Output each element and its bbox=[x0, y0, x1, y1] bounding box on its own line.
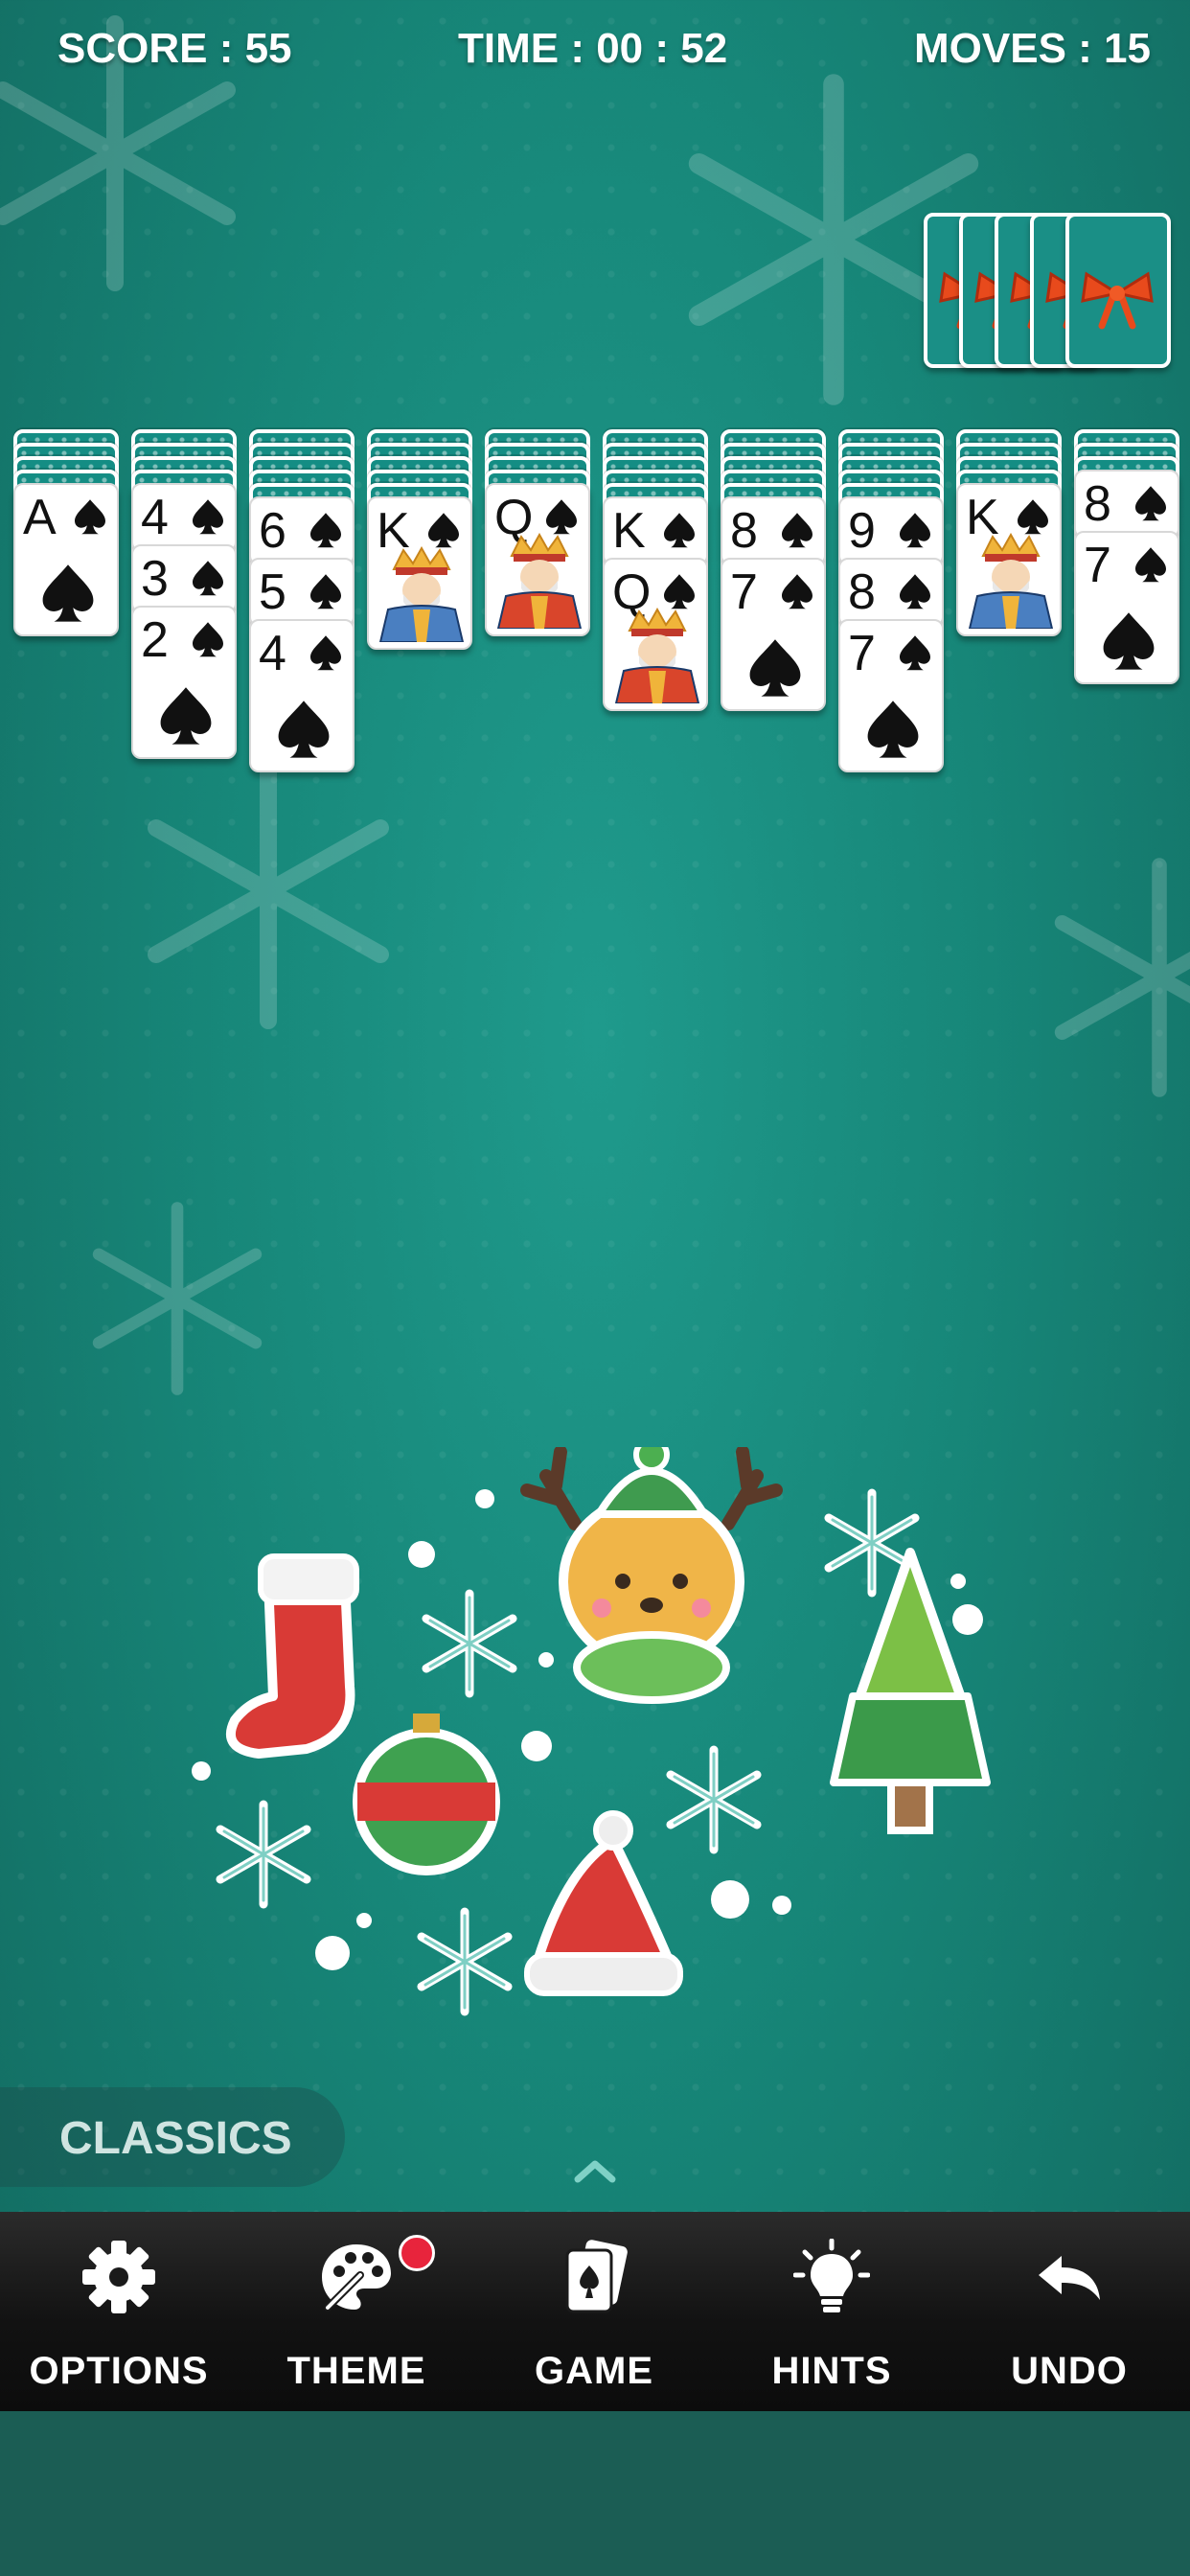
options-label: OPTIONS bbox=[29, 2350, 209, 2392]
spade-icon bbox=[310, 635, 341, 671]
card-rank: 4 bbox=[141, 490, 169, 545]
card-rank: 9 bbox=[848, 503, 876, 559]
palette-icon bbox=[322, 2244, 391, 2312]
spade-icon bbox=[867, 701, 919, 758]
card-rank: 8 bbox=[1084, 476, 1111, 532]
card-rank: 5 bbox=[259, 564, 286, 620]
spade-icon bbox=[782, 574, 812, 610]
playing-card[interactable]: A bbox=[13, 483, 119, 636]
playing-card[interactable]: 9 bbox=[838, 496, 944, 565]
royal-portrait bbox=[378, 546, 465, 642]
playing-card[interactable]: 2 bbox=[131, 606, 237, 759]
card-rank: 7 bbox=[730, 564, 758, 620]
undo-label: UNDO bbox=[1011, 2350, 1128, 2392]
hints-label: HINTS bbox=[771, 2350, 892, 2392]
lightbulb-icon bbox=[793, 2239, 870, 2312]
playing-card[interactable]: Q bbox=[485, 483, 590, 636]
spade-icon bbox=[193, 561, 223, 596]
spade-icon bbox=[1103, 612, 1155, 670]
stock-card[interactable] bbox=[1065, 213, 1171, 368]
card-rank: 4 bbox=[259, 626, 286, 681]
gear-icon bbox=[82, 2241, 155, 2313]
card-rank: 7 bbox=[1084, 538, 1111, 593]
card-rank: 8 bbox=[730, 503, 758, 559]
christmas-illustration bbox=[192, 1447, 991, 2016]
undo-arrow-icon bbox=[1039, 2256, 1100, 2300]
playing-card[interactable]: Q bbox=[603, 558, 708, 711]
spade-icon bbox=[193, 499, 223, 535]
spade-icon bbox=[42, 564, 94, 622]
notification-badge bbox=[399, 2235, 435, 2271]
spade-icon bbox=[782, 513, 812, 548]
status-bar: SCORE : 55 TIME : 00 : 52 MOVES : 15 bbox=[0, 21, 1190, 88]
hints-button[interactable]: HINTS bbox=[713, 2212, 950, 2411]
options-button[interactable]: OPTIONS bbox=[0, 2212, 238, 2411]
playing-card[interactable]: 8 bbox=[721, 496, 826, 565]
playing-card[interactable]: 7 bbox=[1074, 531, 1179, 684]
card-rank: 8 bbox=[848, 564, 876, 620]
spade-icon bbox=[160, 687, 212, 745]
playing-card[interactable]: 5 bbox=[249, 558, 355, 627]
spade-icon bbox=[1135, 547, 1166, 583]
chevron-up-icon[interactable] bbox=[572, 2156, 618, 2185]
playing-card[interactable]: 4 bbox=[249, 619, 355, 772]
spade-icon bbox=[75, 499, 105, 535]
card-rank: A bbox=[23, 490, 57, 545]
card-rank: 7 bbox=[848, 626, 876, 681]
spade-icon bbox=[546, 499, 577, 535]
classics-tab[interactable]: CLASSICS bbox=[0, 2087, 345, 2187]
royal-portrait bbox=[614, 608, 700, 703]
background-snowflake bbox=[148, 753, 389, 1029]
playing-card[interactable]: K bbox=[603, 496, 708, 565]
score-label: SCORE : 55 bbox=[57, 25, 292, 72]
classics-label: CLASSICS bbox=[59, 2113, 292, 2164]
spade-icon bbox=[428, 513, 459, 548]
playing-card[interactable]: 6 bbox=[249, 496, 355, 565]
spade-icon bbox=[749, 639, 801, 697]
royal-portrait bbox=[968, 533, 1054, 629]
card-rank: 6 bbox=[259, 503, 286, 559]
time-label: TIME : 00 : 52 bbox=[458, 25, 728, 72]
spade-icon bbox=[900, 513, 930, 548]
royal-portrait bbox=[496, 533, 583, 629]
theme-label: THEME bbox=[286, 2350, 426, 2392]
spade-icon bbox=[900, 574, 930, 610]
bottom-toolbar: OPTIONS THEME GAME HINTS UNDO bbox=[0, 2212, 1190, 2411]
spade-icon bbox=[1018, 499, 1048, 535]
spade-icon bbox=[1135, 486, 1166, 521]
ribbon-bow-icon bbox=[1081, 271, 1154, 330]
undo-button[interactable]: UNDO bbox=[950, 2212, 1188, 2411]
card-rank: K bbox=[612, 503, 646, 559]
cards-icon bbox=[565, 2240, 628, 2313]
card-rank: 2 bbox=[141, 612, 169, 668]
playing-card[interactable]: 8 bbox=[838, 558, 944, 627]
game-label: GAME bbox=[535, 2350, 653, 2392]
spade-icon bbox=[664, 574, 695, 610]
playing-card[interactable]: K bbox=[956, 483, 1062, 636]
spade-icon bbox=[193, 622, 223, 657]
background-snowflake bbox=[1054, 858, 1190, 1097]
playing-card[interactable]: 7 bbox=[721, 558, 826, 711]
background-snowflake bbox=[92, 1202, 263, 1395]
moves-label: MOVES : 15 bbox=[914, 25, 1151, 72]
playing-card[interactable]: 3 bbox=[131, 544, 237, 613]
playing-card[interactable]: 4 bbox=[131, 483, 237, 552]
playing-card[interactable]: 7 bbox=[838, 619, 944, 772]
playing-card[interactable]: K bbox=[367, 496, 472, 650]
playing-card[interactable]: 8 bbox=[1074, 470, 1179, 539]
spade-icon bbox=[310, 574, 341, 610]
spade-icon bbox=[900, 635, 930, 671]
card-rank: 3 bbox=[141, 551, 169, 607]
theme-button[interactable]: THEME bbox=[238, 2212, 475, 2411]
footer-area bbox=[0, 2411, 1190, 2576]
spade-icon bbox=[664, 513, 695, 548]
game-button[interactable]: GAME bbox=[475, 2212, 713, 2411]
spade-icon bbox=[310, 513, 341, 548]
spade-icon bbox=[278, 701, 330, 758]
